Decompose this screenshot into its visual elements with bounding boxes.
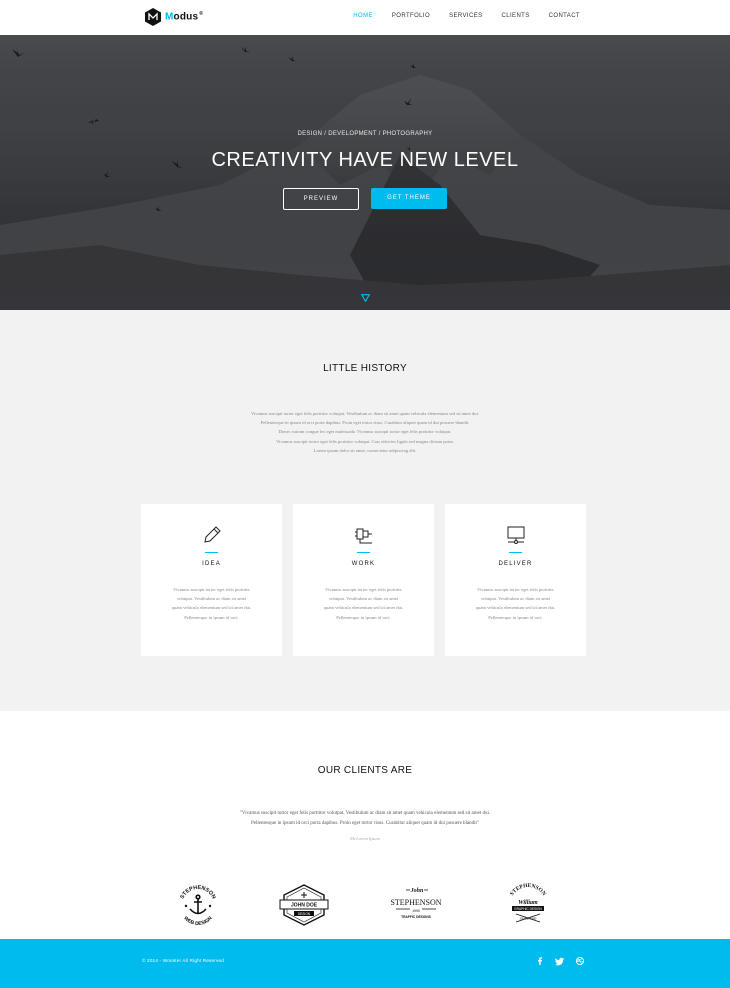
hero-section: DESIGN / DEVELOPMENT / PHOTOGRAPHY CREAT…: [0, 35, 730, 310]
quote-author: Mr.Lorem Ipsum: [350, 836, 380, 841]
copyright-text: © 2014 - Wonster All Right Reserved: [142, 958, 225, 963]
history-line: Lorem ipsum dolor sit amet, consectetur …: [313, 447, 417, 453]
feature-card-deliver: DELIVER Vivamus suscipit tortor eget fel…: [445, 504, 586, 656]
history-section: LITTLE HISTORY Vivamus suscipit tortor e…: [0, 310, 730, 711]
svg-text:STEPHENSON: STEPHENSON: [390, 898, 441, 907]
card-text: Vivamus suscipit tortor eget felis portt…: [475, 587, 556, 620]
client-logo-john-doe[interactable]: JOHN DOE DESIGN: [274, 881, 334, 929]
pencil-icon: [204, 526, 221, 543]
brand-logo[interactable]: Modus®: [145, 8, 203, 26]
svg-text:TRAFFIC DESIGNS: TRAFFIC DESIGNS: [401, 915, 432, 919]
svg-text:GRAPHIC DESIGN: GRAPHIC DESIGN: [514, 907, 542, 911]
preview-button[interactable]: PREVIEW: [283, 188, 359, 210]
quote-line: Pellentesque in ipsum id orci porta dapi…: [251, 820, 479, 826]
nav-contact[interactable]: CONTACT: [549, 13, 580, 19]
history-line: Pellentesque in ipsum id orci porta dapi…: [260, 420, 470, 426]
card-title: IDEA: [202, 561, 221, 567]
history-paragraph: Vivamus suscipit tortor eget felis portt…: [215, 409, 515, 455]
nav-services[interactable]: SERVICES: [449, 13, 482, 19]
card-accent-line: [509, 552, 522, 553]
card-accent-line: [205, 552, 218, 553]
quote-line: "Vivamus suscipit tortor eget felis port…: [239, 811, 491, 816]
scroll-down-icon[interactable]: [361, 294, 370, 302]
feature-card-work: WORK Vivamus suscipit tortor eget felis …: [293, 504, 434, 656]
twitter-icon[interactable]: [555, 956, 565, 966]
hero-mountain-image: [0, 35, 730, 310]
card-title: WORK: [351, 561, 376, 567]
history-line: Vivamus suscipit tortor eget felis portt…: [276, 438, 454, 444]
svg-text:SINCE 1990: SINCE 1990: [520, 917, 537, 921]
svg-text:STEPHENSON: STEPHENSON: [179, 885, 216, 900]
svg-text:STEPHENSON: STEPHENSON: [509, 883, 547, 897]
card-title: DELIVER: [498, 561, 533, 567]
nav-home[interactable]: HOME: [353, 13, 373, 19]
history-line: Vivamus suscipit tortor eget felis portt…: [250, 411, 479, 416]
clients-section: OUR CLIENTS ARE "Vivamus suscipit tortor…: [0, 711, 730, 939]
svg-text:DESIGN: DESIGN: [298, 912, 311, 916]
hero-title: CREATIVITY HAVE NEW LEVEL: [211, 149, 519, 171]
dribbble-icon[interactable]: [575, 956, 585, 966]
nav-portfolio[interactable]: PORTFOLIO: [392, 13, 430, 19]
hero-subtitle: DESIGN / DEVELOPMENT / PHOTOGRAPHY: [297, 131, 433, 137]
history-title: LITTLE HISTORY: [323, 363, 407, 374]
client-logo-john-stephenson[interactable]: John STEPHENSON 1990 TRAFFIC DESIGNS: [386, 881, 446, 929]
svg-text:John: John: [410, 888, 424, 894]
svg-text:William: William: [518, 900, 538, 906]
main-menu: HOME PORTFOLIO SERVICES CLIENTS CONTACT: [334, 13, 580, 19]
get-theme-button[interactable]: GET THEME: [371, 188, 447, 209]
card-text: Vivamus suscipit tortor eget felis portt…: [323, 587, 404, 620]
history-line: Donec rutrum congue leo eget malesuada. …: [278, 429, 452, 435]
client-quote: "Vivamus suscipit tortor eget felis port…: [215, 809, 515, 828]
plug-icon: [355, 528, 372, 544]
monitor-icon: [507, 526, 525, 544]
client-logo-stephenson-william[interactable]: STEPHENSON William GRAPHIC DESIGN SINCE …: [498, 881, 558, 929]
brand-name: Modus®: [165, 11, 204, 23]
site-footer: © 2014 - Wonster All Right Reserved: [0, 939, 730, 988]
card-text: Vivamus suscipit tortor eget felis portt…: [171, 587, 252, 620]
svg-text:1990: 1990: [412, 909, 420, 913]
feature-card-idea: IDEA Vivamus suscipit tortor eget felis …: [141, 504, 282, 656]
svg-text:WEB DESIGN: WEB DESIGN: [182, 915, 214, 927]
top-navbar: Modus® HOME PORTFOLIO SERVICES CLIENTS C…: [0, 0, 730, 35]
logo-hexagon-icon: [145, 8, 161, 26]
client-logo-stephenson-anchor[interactable]: STEPHENSON WEB DESIGN: [168, 881, 228, 929]
nav-clients[interactable]: CLIENTS: [502, 13, 530, 19]
facebook-icon[interactable]: [535, 956, 545, 966]
anchor-icon: [189, 894, 207, 915]
card-accent-line: [357, 552, 370, 553]
svg-text:JOHN DOE: JOHN DOE: [291, 903, 318, 909]
clients-title: OUR CLIENTS ARE: [317, 765, 413, 776]
